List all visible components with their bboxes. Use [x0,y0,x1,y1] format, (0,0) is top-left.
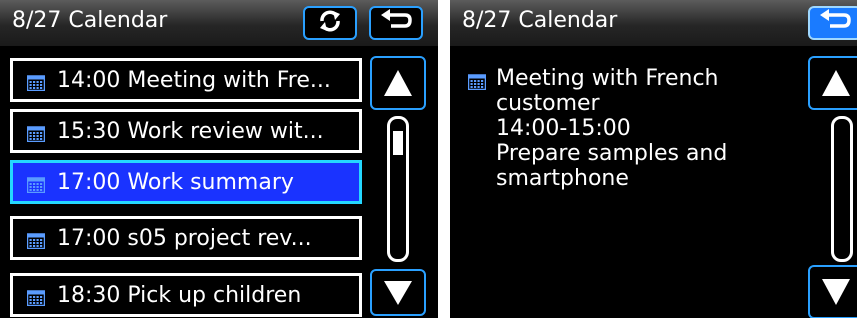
triangle-up-icon [384,70,412,96]
scrollbar-track[interactable] [387,116,409,262]
calendar-icon [26,287,46,307]
detail-line-title: Meeting with French [496,66,719,91]
list-item-event-3[interactable]: 17:00 Work summary [10,160,362,204]
refresh-icon [317,9,343,37]
event-label: 15:30 Work review wit... [57,118,324,144]
event-detail-screen: 8/27 Calendar Meeting with French custom… [450,0,857,318]
calendar-icon [26,72,46,92]
back-arrow-icon [818,9,852,37]
scrollbar-track[interactable] [831,116,853,262]
scroll-down-button[interactable] [808,265,857,318]
back-button[interactable] [808,6,857,40]
list-item-event-5[interactable]: 18:30 Pick up children [10,273,362,317]
refresh-button[interactable] [303,6,357,40]
scrollbar-thumb[interactable] [393,131,403,155]
title-bar: 8/27 Calendar [450,0,857,46]
triangle-down-icon [822,279,850,305]
triangle-down-icon [384,281,412,305]
event-label: 14:00 Meeting with Fre... [57,67,331,93]
title-bar: 8/27 Calendar [0,0,438,46]
list-item-event-1[interactable]: 14:00 Meeting with Fre... [10,58,362,102]
calendar-list-screen: 8/27 Calendar 14:00 Meeting with Fre... … [0,0,438,318]
triangle-up-icon [822,70,850,96]
event-label: 18:30 Pick up children [57,282,302,308]
calendar-icon [26,174,46,194]
scroll-up-button[interactable] [370,56,426,110]
calendar-icon [26,123,46,143]
calendar-icon [467,74,487,91]
detail-line-title-cont: customer [496,91,600,116]
event-label: 17:00 s05 project rev... [57,225,312,251]
detail-line-note-cont: smartphone [496,166,629,191]
calendar-icon [26,230,46,250]
screen-title: 8/27 Calendar [462,8,618,33]
detail-line-note: Prepare samples and [496,141,728,166]
screen-title: 8/27 Calendar [12,8,168,33]
scroll-down-button[interactable] [370,269,426,316]
list-item-event-2[interactable]: 15:30 Work review wit... [10,109,362,153]
event-detail-text: Meeting with French customer 14:00-15:00… [496,66,727,191]
event-label: 17:00 Work summary [57,169,294,195]
back-button[interactable] [369,6,423,40]
list-item-event-4[interactable]: 17:00 s05 project rev... [10,216,362,260]
scroll-up-button[interactable] [808,56,857,110]
back-arrow-icon [379,9,413,37]
detail-line-time: 14:00-15:00 [496,116,631,141]
